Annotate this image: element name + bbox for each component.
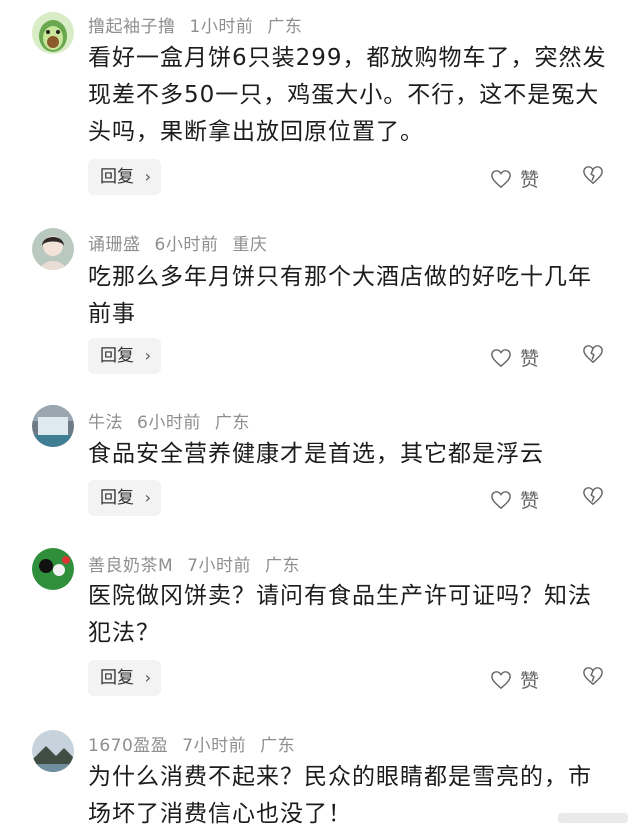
heart-icon — [491, 169, 511, 188]
comment-username[interactable]: 1670盈盈 — [88, 736, 168, 756]
heart-icon — [491, 348, 511, 367]
chevron-right-icon: › — [144, 167, 151, 186]
chevron-right-icon: › — [144, 668, 151, 687]
like-button[interactable]: 赞 — [490, 165, 539, 192]
reply-button[interactable]: 回复 › — [88, 480, 161, 516]
avatar[interactable] — [32, 228, 74, 270]
broken-heart-icon — [583, 487, 603, 506]
avatar[interactable] — [32, 730, 74, 772]
like-label: 赞 — [520, 348, 540, 370]
dislike-button[interactable] — [582, 344, 604, 368]
comment-time: 6小时前 — [137, 413, 201, 433]
comment-meta: 1670盈盈 7小时前 广东 — [88, 731, 309, 756]
comment-location: 广东 — [267, 17, 303, 37]
like-button[interactable]: 赞 — [490, 486, 539, 513]
dislike-button[interactable] — [582, 165, 604, 189]
chevron-right-icon: › — [144, 346, 151, 365]
comment-meta: 撸起袖子撸 1小时前 广东 — [88, 12, 316, 37]
comment-username[interactable]: 诵珊盛 — [88, 235, 141, 255]
dislike-button[interactable] — [582, 666, 604, 690]
like-label: 赞 — [520, 670, 540, 692]
landscape-avatar-icon — [32, 730, 74, 772]
avocado-avatar-icon — [32, 12, 74, 54]
comment-location: 重庆 — [232, 235, 268, 255]
avatar[interactable] — [32, 405, 74, 447]
comment-item: 善良奶茶M 7小时前 广东 医院做冈饼卖？请问有食品生产许可证吗？知法犯法？ 回复 ›… — [0, 530, 640, 710]
comment-text: 为什么消费不起来？民众的眼睛都是雪亮的，市场坏了消费信心也没了！ — [88, 764, 592, 827]
comment-item: 1670盈盈 7小时前 广东 为什么消费不起来？民众的眼睛都是雪亮的，市场坏了消费信… — [0, 710, 640, 833]
like-button[interactable]: 赞 — [490, 666, 539, 693]
like-label: 赞 — [520, 490, 540, 512]
comment-meta: 善良奶茶M 7小时前 广东 — [88, 551, 314, 576]
comment-text: 吃那么多年月饼只有那个大酒店做的好吃十几年前事 — [88, 264, 592, 327]
comment-time: 7小时前 — [187, 556, 251, 576]
comment-text: 食品安全营养健康才是首选，其它都是浮云 — [88, 441, 544, 467]
comment-username[interactable]: 撸起袖子撸 — [88, 17, 176, 37]
heart-icon — [491, 670, 511, 689]
comment-item: 牛法 6小时前 广东 食品安全营养健康才是首选，其它都是浮云 回复 › 赞 — [0, 390, 640, 530]
comment-time: 6小时前 — [154, 235, 219, 255]
billiards-avatar-icon — [32, 548, 74, 590]
watermark — [558, 813, 628, 823]
comment-text: 看好一盒月饼6只装299，都放购物车了，突然发现差不多50一只，鸡蛋大小。不行，… — [88, 45, 607, 145]
broken-heart-icon — [583, 345, 603, 364]
comment-time: 7小时前 — [182, 736, 247, 756]
comment-time: 1小时前 — [189, 17, 254, 37]
comment-item: 撸起袖子撸 1小时前 广东 看好一盒月饼6只装299，都放购物车了，突然发现差不多5… — [0, 0, 640, 210]
avatar[interactable] — [32, 548, 74, 590]
dislike-button[interactable] — [582, 486, 604, 510]
comment-location: 广东 — [265, 556, 300, 576]
reply-button[interactable]: 回复 › — [88, 159, 161, 195]
waterfall-avatar-icon — [32, 405, 74, 447]
comment-location: 广东 — [260, 736, 296, 756]
comment-item: 诵珊盛 6小时前 重庆 吃那么多年月饼只有那个大酒店做的好吃十几年前事 回复 › 赞 — [0, 210, 640, 390]
comment-location: 广东 — [214, 413, 250, 433]
comment-username[interactable]: 牛法 — [88, 413, 123, 433]
reply-button[interactable]: 回复 › — [88, 338, 161, 374]
heart-icon — [491, 490, 511, 509]
reply-button[interactable]: 回复 › — [88, 660, 161, 696]
comment-meta: 牛法 6小时前 广东 — [88, 408, 264, 433]
broken-heart-icon — [583, 667, 603, 686]
comment-meta: 诵珊盛 6小时前 重庆 — [88, 230, 281, 255]
portrait-avatar-icon — [32, 228, 74, 270]
comment-username[interactable]: 善良奶茶M — [88, 556, 173, 576]
avatar[interactable] — [32, 12, 74, 54]
like-label: 赞 — [520, 169, 540, 191]
chevron-right-icon: › — [144, 488, 151, 507]
broken-heart-icon — [583, 166, 603, 185]
comment-text: 医院做冈饼卖？请问有食品生产许可证吗？知法犯法？ — [88, 583, 592, 646]
like-button[interactable]: 赞 — [490, 344, 539, 371]
